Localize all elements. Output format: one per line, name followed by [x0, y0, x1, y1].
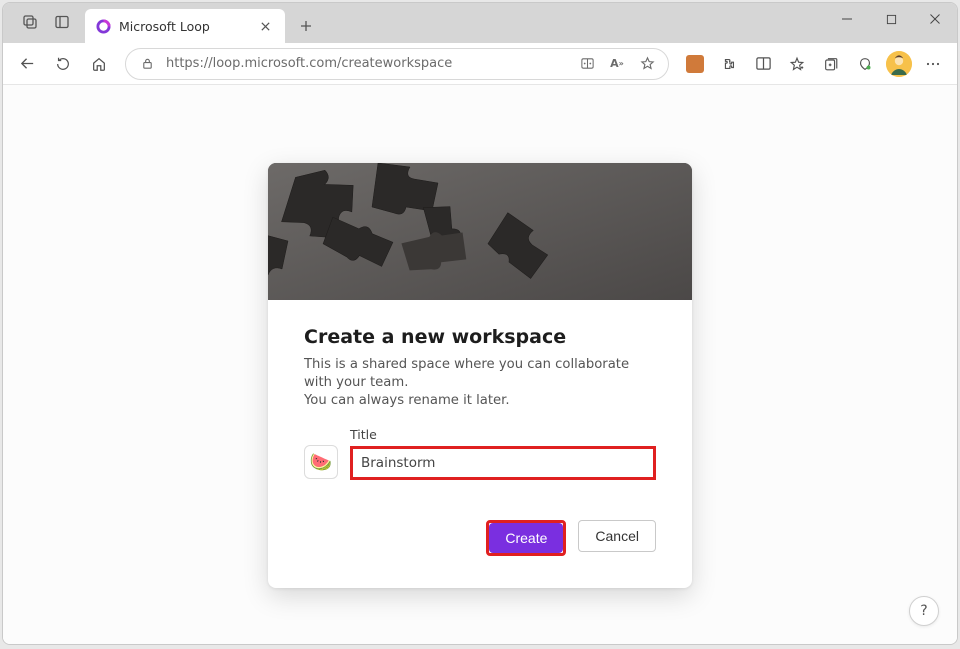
url-text: https://loop.microsoft.com/createworkspa… [166, 56, 568, 71]
browser-toolbar: https://loop.microsoft.com/createworkspa… [3, 43, 957, 85]
dialog-actions: Create Cancel [304, 520, 656, 556]
back-button[interactable] [11, 48, 43, 80]
title-field: Title [350, 427, 656, 480]
toolbar-right [679, 48, 949, 80]
vertical-tabs-icon[interactable] [49, 9, 75, 35]
favorite-star-icon[interactable] [636, 53, 658, 75]
window-controls [825, 3, 957, 39]
help-icon: ? [920, 603, 927, 619]
refresh-button[interactable] [47, 48, 79, 80]
address-bar[interactable]: https://loop.microsoft.com/createworkspa… [125, 48, 669, 80]
browser-tab[interactable]: Microsoft Loop [85, 9, 285, 43]
dialog-body: Create a new workspace This is a shared … [268, 300, 692, 588]
title-bar: Microsoft Loop [3, 3, 957, 43]
create-button-highlight: Create [486, 520, 566, 556]
extensions-icon[interactable] [713, 48, 745, 80]
page-content: Create a new workspace This is a shared … [3, 85, 957, 644]
window-close-button[interactable] [913, 3, 957, 35]
title-input[interactable] [361, 455, 645, 471]
new-tab-button[interactable] [291, 11, 321, 41]
favorites-icon[interactable] [781, 48, 813, 80]
minimize-button[interactable] [825, 3, 869, 35]
extension-orange-icon[interactable] [679, 48, 711, 80]
title-form-row: 🍉 Title [304, 427, 656, 480]
tab-close-icon[interactable] [255, 16, 275, 36]
workspace-icon-picker[interactable]: 🍉 [304, 445, 338, 479]
dialog-description-line2: You can always rename it later. [304, 393, 510, 408]
create-workspace-dialog: Create a new workspace This is a shared … [268, 163, 692, 588]
tab-actions-icon[interactable] [17, 9, 43, 35]
profile-avatar[interactable] [883, 48, 915, 80]
title-field-label: Title [350, 427, 656, 442]
settings-menu-icon[interactable] [917, 48, 949, 80]
workspace-emoji: 🍉 [310, 452, 332, 473]
title-bar-left [11, 9, 81, 43]
split-screen-icon[interactable] [747, 48, 779, 80]
collections-icon[interactable] [815, 48, 847, 80]
dialog-title: Create a new workspace [304, 326, 656, 348]
home-button[interactable] [83, 48, 115, 80]
dialog-description-line1: This is a shared space where you can col… [304, 357, 629, 390]
cancel-button[interactable]: Cancel [578, 520, 656, 552]
read-aloud-icon[interactable]: A» [606, 53, 628, 75]
loop-favicon-icon [95, 18, 111, 34]
tab-title: Microsoft Loop [119, 19, 247, 34]
create-button[interactable]: Create [489, 523, 563, 553]
dialog-hero-image [268, 163, 692, 300]
browser-window: Microsoft Loop [2, 2, 958, 645]
dialog-description: This is a shared space where you can col… [304, 356, 656, 409]
app-install-icon[interactable] [576, 53, 598, 75]
title-input-highlight [350, 446, 656, 480]
help-button[interactable]: ? [909, 596, 939, 626]
site-info-lock-icon[interactable] [136, 53, 158, 75]
browser-essentials-icon[interactable] [849, 48, 881, 80]
maximize-button[interactable] [869, 3, 913, 35]
